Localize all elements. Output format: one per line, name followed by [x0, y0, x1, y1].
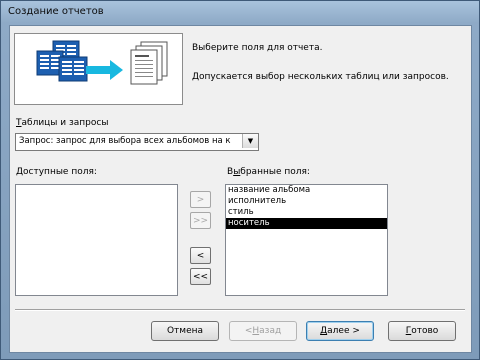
window-title: Создание отчетов	[8, 6, 104, 17]
remove-all-fields-button[interactable]: <<	[190, 268, 211, 285]
chevron-down-icon[interactable]: ▼	[242, 134, 258, 148]
selected-field-item-highlighted[interactable]: носитель	[226, 218, 387, 229]
next-button[interactable]: Далее >	[306, 321, 374, 341]
selected-field-item[interactable]: стиль	[226, 207, 387, 218]
back-button-prefix: <	[244, 326, 253, 336]
source-label-rest: аблицы и запросы	[21, 118, 109, 128]
intro-line-1: Выберите поля для отчета.	[192, 43, 323, 53]
tables-to-report-icon	[36, 40, 168, 85]
selected-field-item[interactable]: название альбома	[226, 185, 387, 196]
back-button-accesskey: Н	[252, 326, 260, 336]
available-fields-list[interactable]	[15, 184, 178, 296]
selected-label-rest: бранные поля:	[240, 167, 310, 177]
title-bar[interactable]: Создание отчетов	[1, 1, 479, 25]
next-button-accesskey: Д	[320, 326, 328, 336]
available-fields-label: Доступные поля:	[16, 167, 97, 177]
source-label: Таблицы и запросы	[16, 118, 108, 128]
selected-fields-label: Выбранные поля:	[227, 167, 310, 177]
intro-line-2: Допускается выбор нескольких таблиц или …	[192, 72, 449, 82]
selected-field-item[interactable]: исполнитель	[226, 196, 387, 207]
footer-divider	[15, 309, 465, 311]
add-field-button[interactable]: >	[190, 191, 211, 208]
add-all-fields-button[interactable]: >>	[190, 212, 211, 229]
finish-button-rest: отово	[411, 326, 439, 336]
back-button[interactable]: < Назад	[229, 321, 297, 341]
next-button-rest: алее >	[327, 326, 360, 336]
selected-fields-list[interactable]: название альбома исполнитель стиль носит…	[225, 184, 388, 296]
remove-field-button[interactable]: <	[190, 247, 211, 264]
finish-button[interactable]: Готово	[388, 321, 456, 341]
cancel-button[interactable]: Отмена	[151, 321, 219, 341]
report-wizard-window: Создание отчетов Выберите поля для отчет…	[0, 0, 480, 360]
source-dropdown-value: Запрос: запрос для выбора всех альбомов …	[19, 136, 231, 146]
back-button-rest: азад	[259, 326, 282, 336]
source-dropdown[interactable]: Запрос: запрос для выбора всех альбомов …	[15, 133, 259, 151]
wizard-illustration	[14, 33, 183, 105]
dialog-body: Выберите поля для отчета. Допускается вы…	[9, 25, 472, 353]
